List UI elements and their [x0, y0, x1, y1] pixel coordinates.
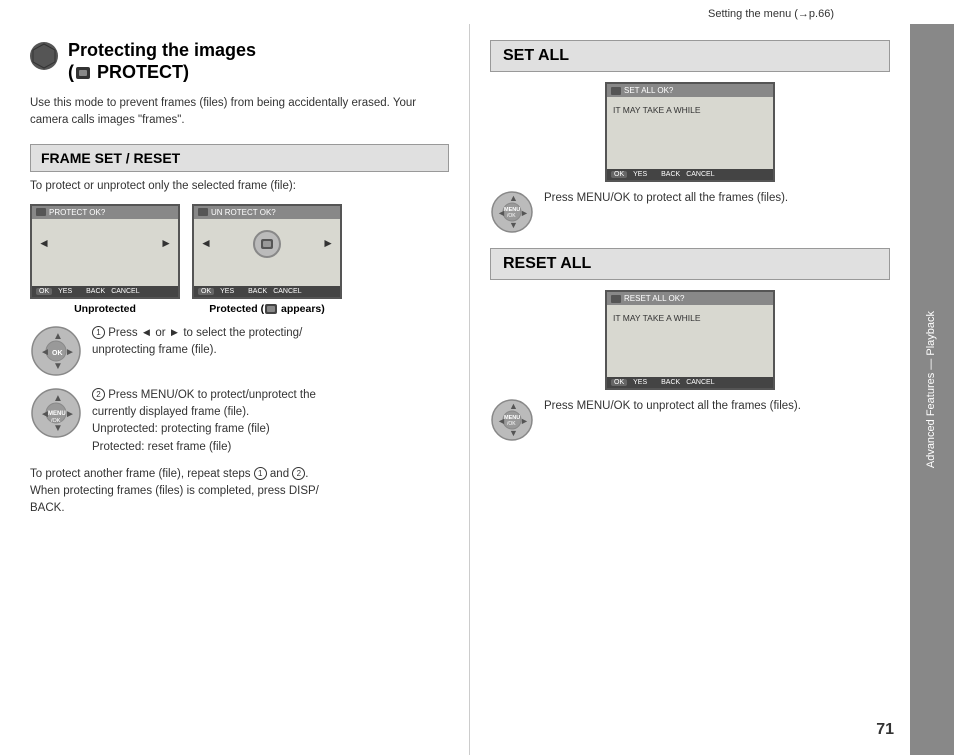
right-column: SET ALL SET ALL OK? IT MAY TAKE A WHILE …	[470, 24, 910, 755]
lcd-title-protected: UN ROTECT OK?	[194, 206, 340, 219]
lcd-title-unprotected: PROTECT OK?	[32, 206, 178, 219]
svg-text:▲: ▲	[53, 331, 63, 342]
screen-unprotected-container: PROTECT OK? ◄ ► OK YES BACK CANCEL Unpro…	[30, 204, 180, 315]
reset-all-screen-area: RESET ALL OK? IT MAY TAKE A WHILE OK YES…	[490, 290, 890, 390]
svg-text:▼: ▼	[53, 361, 63, 372]
set-all-header: SET ALL	[490, 40, 890, 72]
set-all-press-text: Press MENU/OK to protect all the frames …	[544, 190, 788, 207]
lcd-screen-unprotected: PROTECT OK? ◄ ► OK YES BACK CANCEL	[30, 204, 180, 299]
nav-wheel-icon: ◄ ► ▲ ▼ OK	[30, 325, 82, 377]
reset-all-section: RESET ALL RESET ALL OK? IT MAY TAKE A WH…	[490, 248, 890, 442]
reset-all-nav-wheel: ◄ ► ▲ ▼ MENU /OK	[490, 398, 534, 442]
lcd-arrow-left2: ◄	[200, 236, 212, 250]
main-content: Protecting the images ( PROTECT) Use thi…	[0, 24, 954, 755]
page-number: 71	[876, 721, 894, 739]
reset-all-bottom-bar: OK YES BACK CANCEL	[607, 377, 773, 388]
ok-btn-reset-all: OK	[611, 379, 627, 386]
reset-all-title-bar: RESET ALL OK?	[607, 292, 773, 305]
lcd-small-icon2	[198, 208, 208, 216]
left-column: Protecting the images ( PROTECT) Use thi…	[0, 24, 470, 755]
svg-text:►: ►	[520, 208, 529, 218]
svg-text:▲: ▲	[509, 193, 518, 203]
svg-text:/OK: /OK	[507, 213, 516, 219]
step1-row: ◄ ► ▲ ▼ OK 1 Press ◄ or ► to select the …	[30, 325, 449, 377]
set-all-bottom-bar: OK YES BACK CANCEL	[607, 169, 773, 180]
sidebar-label: Advanced Features — Playback	[924, 311, 939, 468]
lcd-arrow-right2: ►	[322, 236, 334, 250]
lcd-screen-reset-all: RESET ALL OK? IT MAY TAKE A WHILE OK YES…	[605, 290, 775, 390]
ok-btn-set-all: OK	[611, 171, 627, 178]
lcd-bottom-protected: OK YES BACK CANCEL	[194, 286, 340, 297]
set-all-screen-area: SET ALL OK? IT MAY TAKE A WHILE OK YES B…	[490, 82, 890, 182]
screen-protected-label: Protected ( appears)	[209, 303, 325, 315]
reset-all-header: RESET ALL	[490, 248, 890, 280]
svg-text:OK: OK	[52, 350, 63, 357]
section-title: Protecting the images ( PROTECT)	[68, 40, 256, 83]
lcd-screen-protected: UN ROTECT OK? ◄ ► OK	[192, 204, 342, 299]
lcd-arrow-left: ◄	[38, 236, 50, 250]
step2-text: 2 Press MENU/OK to protect/unprotect the…	[92, 387, 316, 456]
svg-text:/OK: /OK	[507, 421, 516, 427]
svg-text:▲: ▲	[509, 401, 518, 411]
frame-set-desc: To protect or unprotect only the selecte…	[30, 180, 449, 192]
breadcrumb: Setting the menu (→p.66)	[0, 0, 954, 24]
svg-text:/OK: /OK	[51, 418, 61, 424]
set-all-nav-wheel: ◄ ► ▲ ▼ MENU /OK	[490, 190, 534, 234]
lcd-arrow-right: ►	[160, 236, 172, 250]
nav-menu-wheel-icon: ◄ ► ▲ ▼ MENU /OK	[30, 387, 82, 439]
frame-set-reset-header: FRAME SET / RESET	[30, 144, 449, 172]
set-all-icon	[611, 87, 621, 95]
svg-text:►: ►	[65, 409, 75, 420]
step1-text: 1 Press ◄ or ► to select the protecting/…	[92, 325, 302, 360]
back-btn-set-all: BACK	[661, 171, 680, 178]
set-all-section: SET ALL SET ALL OK? IT MAY TAKE A WHILE …	[490, 40, 890, 234]
steps-area: ◄ ► ▲ ▼ OK 1 Press ◄ or ► to select the …	[30, 325, 449, 456]
screen-unprotected-label: Unprotected	[74, 303, 136, 315]
svg-text:►: ►	[520, 416, 529, 426]
lcd-bottom-unprotected: OK YES BACK CANCEL	[32, 286, 178, 297]
protect-overlay-icon	[253, 230, 281, 258]
ok-btn: OK	[36, 288, 52, 295]
svg-text:MENU: MENU	[48, 411, 66, 417]
screens-row: PROTECT OK? ◄ ► OK YES BACK CANCEL Unpro…	[30, 204, 449, 315]
svg-text:▲: ▲	[53, 393, 63, 404]
reset-all-press-text: Press MENU/OK to unprotect all the frame…	[544, 398, 801, 415]
right-sidebar: Advanced Features — Playback	[910, 24, 954, 755]
back-btn-reset-all: BACK	[661, 379, 680, 386]
svg-text:►: ►	[65, 347, 75, 358]
svg-text:▼: ▼	[509, 220, 518, 230]
screen-protected-container: UN ROTECT OK? ◄ ► OK	[192, 204, 342, 315]
footer-text: To protect another frame (file), repeat …	[30, 466, 449, 518]
page-container: Setting the menu (→p.66) Protecting the …	[0, 0, 954, 755]
reset-all-subtitle: IT MAY TAKE A WHILE	[607, 309, 773, 327]
svg-text:▼: ▼	[509, 428, 518, 438]
lcd-screen-set-all: SET ALL OK? IT MAY TAKE A WHILE OK YES B…	[605, 82, 775, 182]
protect-icon	[30, 42, 58, 70]
step2-row: ◄ ► ▲ ▼ MENU /OK 2 Press MENU/OK to prot…	[30, 387, 449, 456]
svg-text:◄: ◄	[40, 347, 50, 358]
lcd-small-icon	[36, 208, 46, 216]
back-btn: BACK	[86, 288, 105, 295]
set-all-instruction-row: ◄ ► ▲ ▼ MENU /OK Press MENU/OK to protec…	[490, 190, 890, 234]
set-all-title-bar: SET ALL OK?	[607, 84, 773, 97]
protect-title-line2: ( PROTECT)	[68, 62, 189, 82]
section-title-area: Protecting the images ( PROTECT)	[30, 40, 449, 83]
reset-all-icon	[611, 295, 621, 303]
back-btn2: BACK	[248, 288, 267, 295]
set-all-subtitle: IT MAY TAKE A WHILE	[607, 101, 773, 119]
reset-all-instruction-row: ◄ ► ▲ ▼ MENU /OK Press MENU/OK to unprot…	[490, 398, 890, 442]
ok-btn2: OK	[198, 288, 214, 295]
svg-text:▼: ▼	[53, 423, 63, 434]
description-text: Use this mode to prevent frames (files) …	[30, 95, 449, 130]
